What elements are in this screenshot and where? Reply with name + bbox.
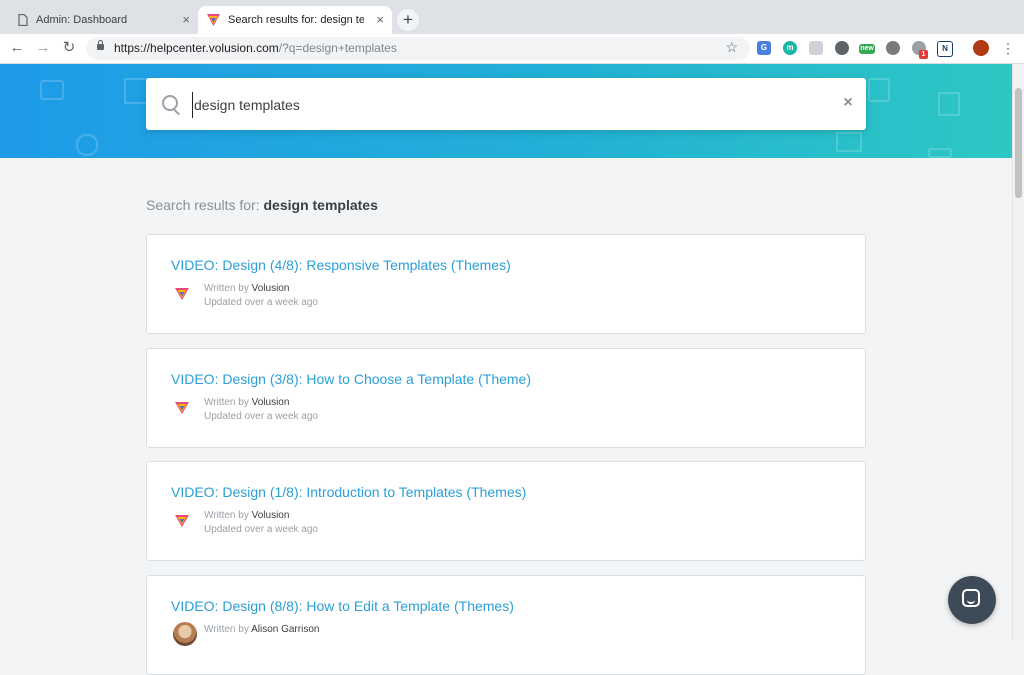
back-arrow-icon[interactable]: ← [8, 39, 26, 57]
n-extension-icon[interactable]: N [937, 41, 953, 57]
author-name: Volusion [251, 397, 290, 408]
tab-search-results[interactable]: Search results for: design templ × [198, 6, 392, 34]
result-meta: Written by Volusion Updated over a week … [204, 397, 318, 422]
result-title-link[interactable]: VIDEO: Design (4/8): Responsive Template… [171, 257, 511, 273]
result-title-link[interactable]: VIDEO: Design (3/8): How to Choose a Tem… [171, 371, 531, 387]
close-tab-icon[interactable]: × [182, 12, 190, 28]
profile-avatar[interactable] [973, 40, 989, 56]
m-extension-icon[interactable]: m [783, 41, 797, 55]
bag-icon [868, 78, 890, 102]
chat-extension-icon[interactable] [809, 41, 823, 55]
badge-extension-icon[interactable]: 1 [912, 41, 928, 59]
megaphone-icon [40, 80, 64, 100]
new-tab-button[interactable]: + [397, 9, 419, 31]
bookmark-star-icon[interactable]: ☆ [725, 39, 738, 56]
updated-text: Updated over a week ago [204, 297, 318, 308]
volusion-logo-icon [175, 402, 189, 414]
results-query: design templates [263, 197, 378, 213]
result-card[interactable]: VIDEO: Design (1/8): Introduction to Tem… [146, 461, 866, 561]
tab-strip: Admin: Dashboard × Search results for: d… [0, 0, 1024, 34]
search-icon [162, 95, 178, 111]
updated-text: Updated over a week ago [204, 411, 318, 422]
cart-icon [928, 148, 952, 158]
store-icon [124, 78, 148, 104]
volusion-logo-icon [175, 515, 189, 527]
volusion-logo-icon [175, 288, 189, 300]
author-avatar [173, 622, 197, 646]
forward-arrow-icon[interactable]: → [34, 39, 52, 57]
close-tab-icon[interactable]: × [376, 12, 384, 28]
tab-title: Search results for: design templ [228, 14, 364, 26]
list-icon [836, 132, 862, 152]
result-title-link[interactable]: VIDEO: Design (8/8): How to Edit a Templ… [171, 598, 514, 614]
tab-title: Admin: Dashboard [36, 14, 128, 26]
reload-icon[interactable]: ↻ [60, 39, 78, 57]
result-card[interactable]: VIDEO: Design (8/8): How to Edit a Templ… [146, 575, 866, 675]
result-meta: Written by Volusion Updated over a week … [204, 510, 318, 535]
chat-bubble-icon [962, 589, 980, 607]
results-heading: Search results for: design templates [146, 197, 378, 213]
author-name: Volusion [251, 283, 290, 294]
film-extension-icon[interactable] [835, 41, 849, 55]
mask-extension-icon[interactable] [886, 41, 900, 55]
updated-text: Updated over a week ago [204, 524, 318, 535]
notification-badge: 1 [919, 50, 928, 59]
chat-launcher-button[interactable] [948, 576, 996, 624]
url-text: https://helpcenter.volusion.com/?q=desig… [114, 41, 397, 55]
result-card[interactable]: VIDEO: Design (3/8): How to Choose a Tem… [146, 348, 866, 448]
tab-admin-dashboard[interactable]: Admin: Dashboard × [8, 6, 198, 34]
clear-search-icon[interactable]: × [840, 95, 856, 111]
lock-icon [97, 40, 104, 50]
result-meta: Written by Alison Garrison [204, 624, 320, 635]
more-menu-icon[interactable]: ⋮ [1001, 40, 1015, 56]
support-icon [76, 134, 98, 156]
new-extension-icon[interactable]: new [859, 44, 875, 54]
document-icon [18, 14, 28, 26]
result-title-link[interactable]: VIDEO: Design (1/8): Introduction to Tem… [171, 484, 526, 500]
author-name: Volusion [251, 510, 290, 521]
scrollbar-thumb[interactable] [1015, 88, 1022, 198]
page-scrollbar[interactable] [1012, 64, 1024, 640]
result-card[interactable]: VIDEO: Design (4/8): Responsive Template… [146, 234, 866, 334]
volusion-logo-icon [207, 14, 220, 26]
author-name: Alison Garrison [251, 624, 320, 635]
translate-icon[interactable]: G [757, 41, 771, 55]
calculator-icon [938, 92, 960, 116]
search-box: × [146, 78, 866, 130]
address-bar[interactable]: https://helpcenter.volusion.com/?q=desig… [86, 37, 750, 60]
search-input[interactable] [192, 92, 816, 118]
result-meta: Written by Volusion Updated over a week … [204, 283, 318, 308]
